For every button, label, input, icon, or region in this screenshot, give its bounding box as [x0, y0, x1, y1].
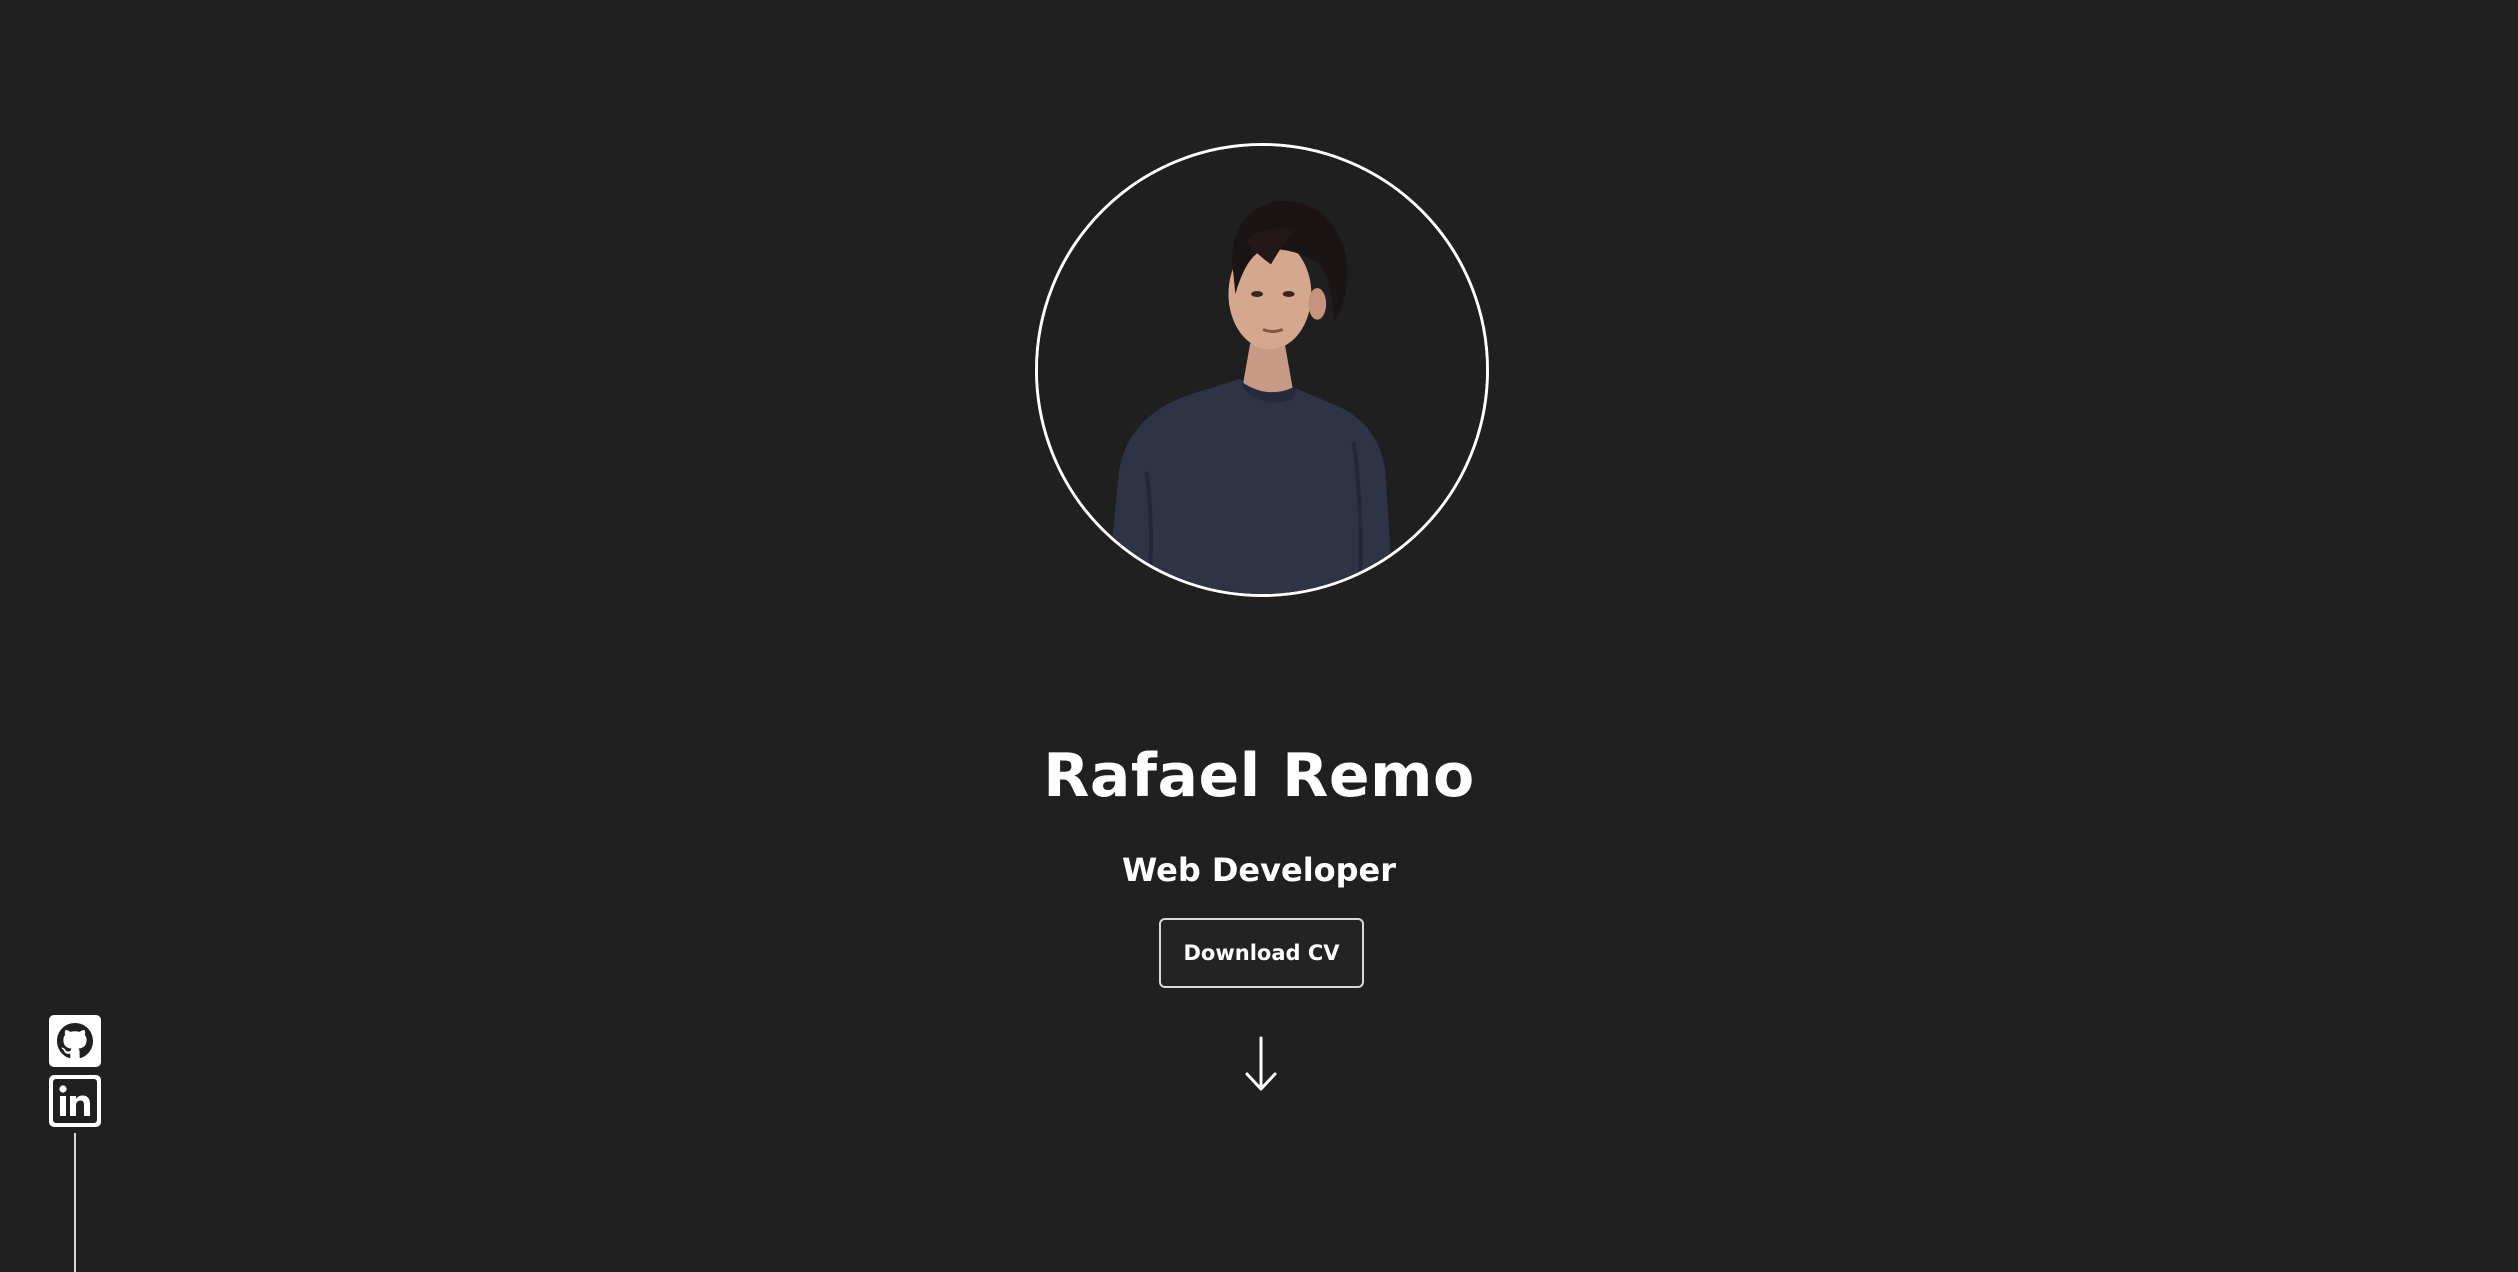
job-title: Web Developer	[1121, 851, 1397, 889]
profile-photo	[1038, 146, 1486, 594]
profile-avatar	[1035, 143, 1489, 597]
arrow-down-icon[interactable]	[1243, 1036, 1279, 1092]
social-divider-line	[74, 1133, 76, 1272]
download-cv-button[interactable]: Download CV	[1159, 918, 1364, 988]
page: Rafael Remo Web Developer Download CV	[0, 0, 2518, 1272]
github-icon[interactable]	[49, 1015, 101, 1067]
page-title: Rafael Remo	[1043, 741, 1475, 811]
linkedin-icon[interactable]	[49, 1075, 101, 1127]
social-links	[48, 1015, 102, 1127]
